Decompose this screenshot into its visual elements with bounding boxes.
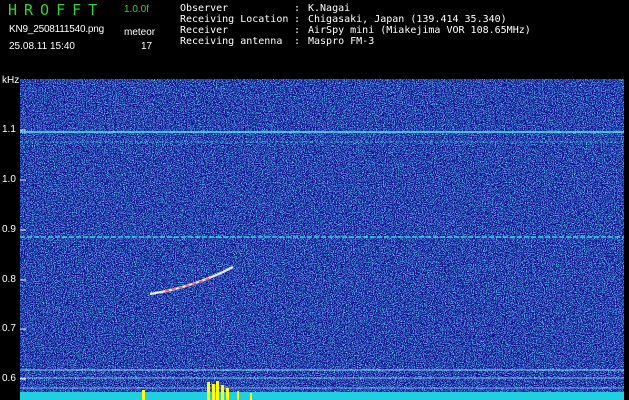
- noise-highlight-layer: [20, 79, 624, 400]
- signal-power-bar: [20, 392, 624, 400]
- spectrogram-plot: [20, 79, 624, 400]
